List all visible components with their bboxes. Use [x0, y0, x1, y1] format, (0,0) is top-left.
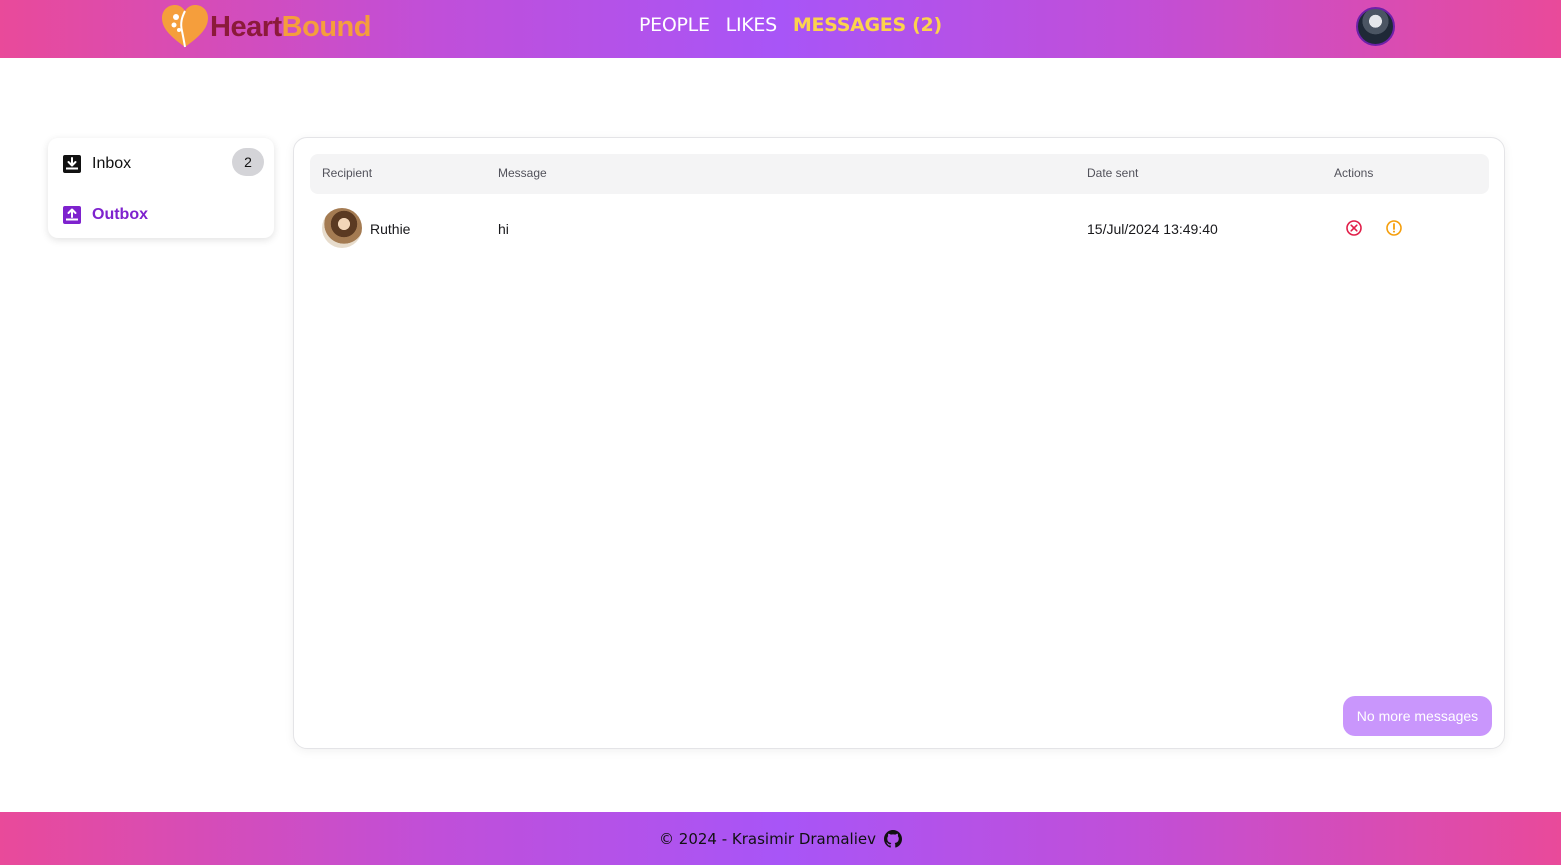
- inbox-down-icon: [62, 154, 82, 174]
- nav-link-likes[interactable]: LIKES: [726, 14, 778, 36]
- nav-link-messages[interactable]: MESSAGES (2): [793, 14, 942, 36]
- load-more-button[interactable]: No more messages: [1343, 696, 1492, 736]
- sidebar-item-outbox[interactable]: Outbox: [62, 198, 262, 232]
- delete-message-button[interactable]: [1345, 219, 1363, 237]
- message-text: hi: [498, 221, 509, 237]
- brand-name-part1: Heart: [210, 10, 282, 43]
- alert-circle-icon: [1386, 220, 1402, 236]
- recipient-name: Ruthie: [370, 221, 411, 237]
- main-nav: PEOPLE LIKES MESSAGES (2): [639, 14, 942, 36]
- copyright-text: © 2024 - Krasimir Dramaliev: [659, 829, 876, 848]
- outbox-up-icon: [62, 205, 82, 225]
- unread-count-badge: 2: [232, 148, 264, 176]
- column-header-message: Message: [498, 166, 547, 180]
- heart-logo-icon: [162, 5, 208, 48]
- messages-table-card: Recipient Message Date sent Actions Ruth…: [293, 137, 1505, 749]
- sidebar-item-label: Outbox: [92, 206, 148, 223]
- brand-name-part2: Bound: [281, 10, 372, 43]
- message-folders-sidebar: Inbox 2 Outbox: [48, 138, 274, 238]
- sidebar-item-inbox[interactable]: Inbox 2: [62, 147, 264, 181]
- report-message-button[interactable]: [1385, 219, 1403, 237]
- column-header-date: Date sent: [1087, 166, 1139, 180]
- table-header: Recipient Message Date sent Actions: [310, 154, 1489, 194]
- brand-name: HeartBound: [210, 11, 371, 44]
- brand-logo[interactable]: HeartBound: [160, 2, 371, 52]
- date-sent: 15/Jul/2024 13:49:40: [1087, 221, 1218, 237]
- column-header-recipient: Recipient: [322, 166, 373, 180]
- page-footer: © 2024 - Krasimir Dramaliev: [0, 812, 1561, 865]
- nav-link-people[interactable]: PEOPLE: [639, 14, 710, 36]
- sidebar-item-label: Inbox: [92, 155, 132, 172]
- close-circle-icon: [1346, 220, 1362, 236]
- recipient-avatar: [322, 208, 362, 248]
- github-icon[interactable]: [883, 829, 902, 848]
- top-navbar: HeartBound PEOPLE LIKES MESSAGES (2): [0, 0, 1561, 58]
- user-avatar[interactable]: [1356, 7, 1395, 46]
- column-header-actions: Actions: [1334, 166, 1374, 180]
